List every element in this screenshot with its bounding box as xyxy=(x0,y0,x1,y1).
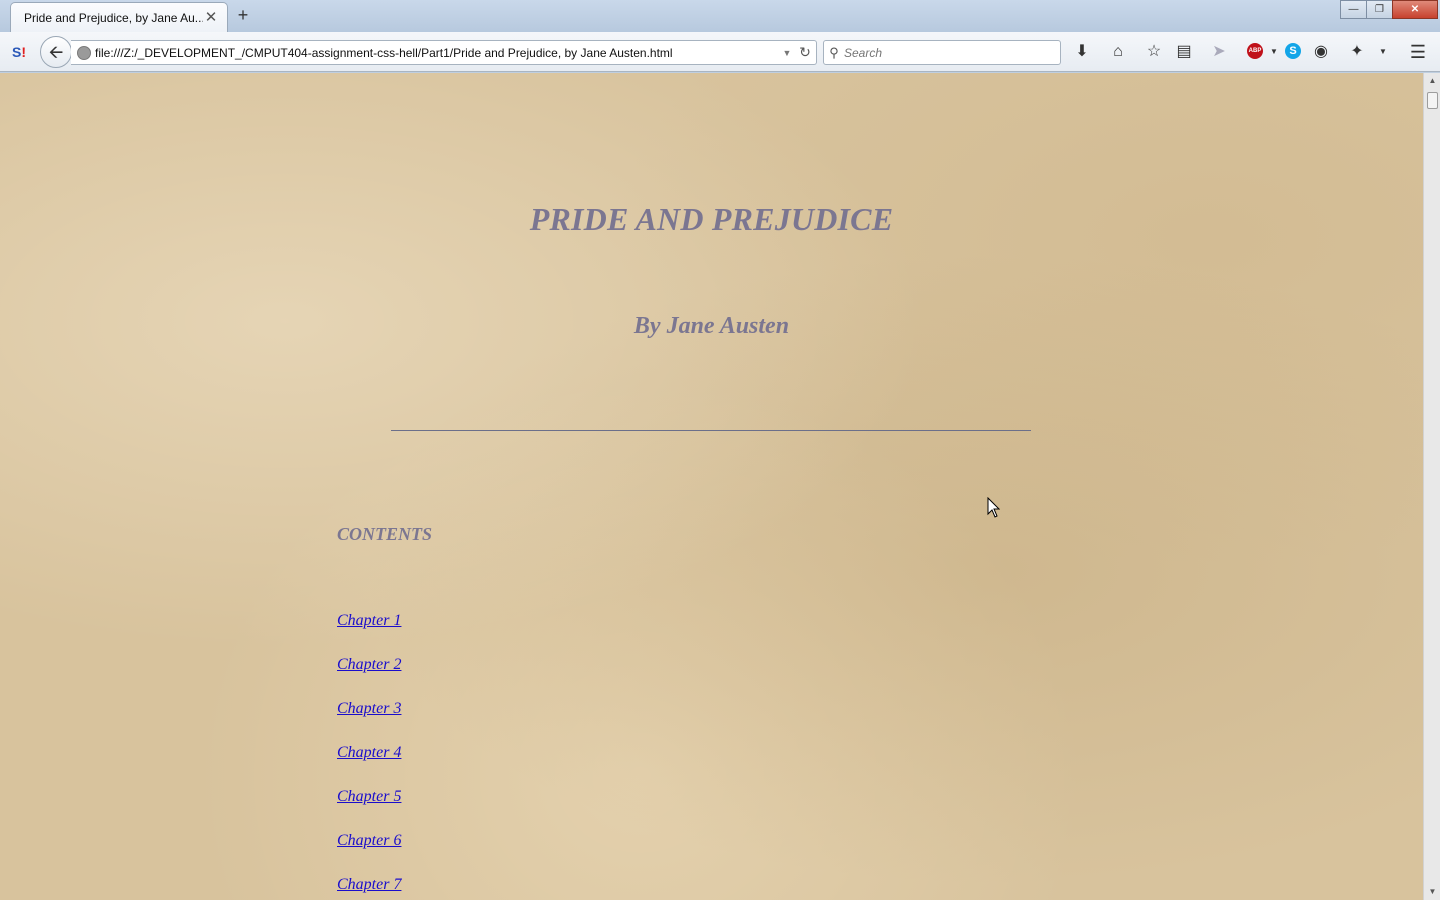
list-item: Chapter 3 xyxy=(337,700,401,744)
ghostery-icon[interactable]: ◉ xyxy=(1309,40,1333,64)
list-item: Chapter 7 xyxy=(337,876,401,900)
window-controls: — ❐ ✕ xyxy=(1340,0,1438,19)
address-bar[interactable]: file:///Z:/_DEVELOPMENT_/CMPUT404-assign… xyxy=(71,40,817,65)
mouse-cursor-icon xyxy=(987,497,1000,518)
list-item: Chapter 5 xyxy=(337,788,401,832)
close-window-button[interactable]: ✕ xyxy=(1392,0,1438,19)
close-tab-icon[interactable]: ✕ xyxy=(203,9,219,26)
stumbleupon-extension-icon[interactable]: S! xyxy=(9,42,29,62)
reload-icon[interactable]: ↻ xyxy=(794,44,816,61)
back-arrow-icon: 🡨 xyxy=(48,42,64,62)
chapter-link[interactable]: Chapter 5 xyxy=(337,788,401,805)
search-bar[interactable]: ⚲ xyxy=(823,40,1061,65)
reading-list-icon[interactable]: ▤ xyxy=(1172,40,1196,64)
minimize-button[interactable]: — xyxy=(1340,0,1367,19)
restore-button[interactable]: ❐ xyxy=(1366,0,1393,19)
tab-title: Pride and Prejudice, by Jane Au... xyxy=(24,10,203,25)
bookmark-star-icon[interactable]: ☆ xyxy=(1142,40,1166,64)
adblock-icon[interactable]: ABP xyxy=(1247,43,1263,59)
back-button[interactable]: 🡨 xyxy=(40,36,72,68)
chapter-link[interactable]: Chapter 4 xyxy=(337,744,401,761)
horizontal-rule xyxy=(391,430,1031,431)
menu-icon[interactable]: ☰ xyxy=(1406,40,1430,64)
list-item: Chapter 1 xyxy=(337,612,401,656)
scroll-up-arrow-icon[interactable]: ▲ xyxy=(1424,73,1440,89)
overflow-dropdown-icon[interactable]: ▼ xyxy=(1371,40,1395,64)
list-item: Chapter 4 xyxy=(337,744,401,788)
new-tab-button[interactable]: + xyxy=(234,6,252,24)
chapter-link[interactable]: Chapter 2 xyxy=(337,656,401,673)
vertical-scrollbar[interactable]: ▲ ▼ xyxy=(1423,73,1440,900)
navigation-toolbar: S! 🡨 file:///Z:/_DEVELOPMENT_/CMPUT404-a… xyxy=(0,32,1440,72)
browser-tab[interactable]: Pride and Prejudice, by Jane Au... ✕ xyxy=(10,2,228,32)
globe-icon xyxy=(77,45,91,60)
extension-icon[interactable]: ✦ xyxy=(1345,40,1369,64)
window-titlebar: Pride and Prejudice, by Jane Au... ✕ + —… xyxy=(0,0,1440,32)
search-icon: ⚲ xyxy=(829,44,839,60)
chapter-link[interactable]: Chapter 7 xyxy=(337,876,401,893)
send-icon[interactable]: ➤ xyxy=(1207,40,1231,64)
list-item: Chapter 6 xyxy=(337,832,401,876)
chapter-link[interactable]: Chapter 1 xyxy=(337,612,401,629)
chapter-link[interactable]: Chapter 3 xyxy=(337,700,401,717)
history-dropdown-icon[interactable]: ▼ xyxy=(780,48,794,58)
contents-heading: CONTENTS xyxy=(337,524,433,544)
book-title: PRIDE AND PREJUDICE xyxy=(529,201,894,237)
scroll-down-arrow-icon[interactable]: ▼ xyxy=(1424,884,1440,900)
adblock-dropdown-icon[interactable]: ▼ xyxy=(1262,40,1286,64)
list-item: Chapter 2 xyxy=(337,656,401,700)
search-input[interactable] xyxy=(844,45,1060,60)
scroll-thumb[interactable] xyxy=(1427,92,1438,109)
chapter-list: Chapter 1 Chapter 2 Chapter 3 Chapter 4 … xyxy=(337,612,401,900)
skype-icon[interactable]: S xyxy=(1285,43,1301,59)
chapter-link[interactable]: Chapter 6 xyxy=(337,832,401,849)
download-icon[interactable]: ⬇ xyxy=(1070,40,1094,64)
home-icon[interactable]: ⌂ xyxy=(1106,40,1130,64)
url-text[interactable]: file:///Z:/_DEVELOPMENT_/CMPUT404-assign… xyxy=(95,46,780,60)
page-content: PRIDE AND PREJUDICE By Jane Austen CONTE… xyxy=(0,73,1423,900)
book-author: By Jane Austen xyxy=(633,313,790,339)
